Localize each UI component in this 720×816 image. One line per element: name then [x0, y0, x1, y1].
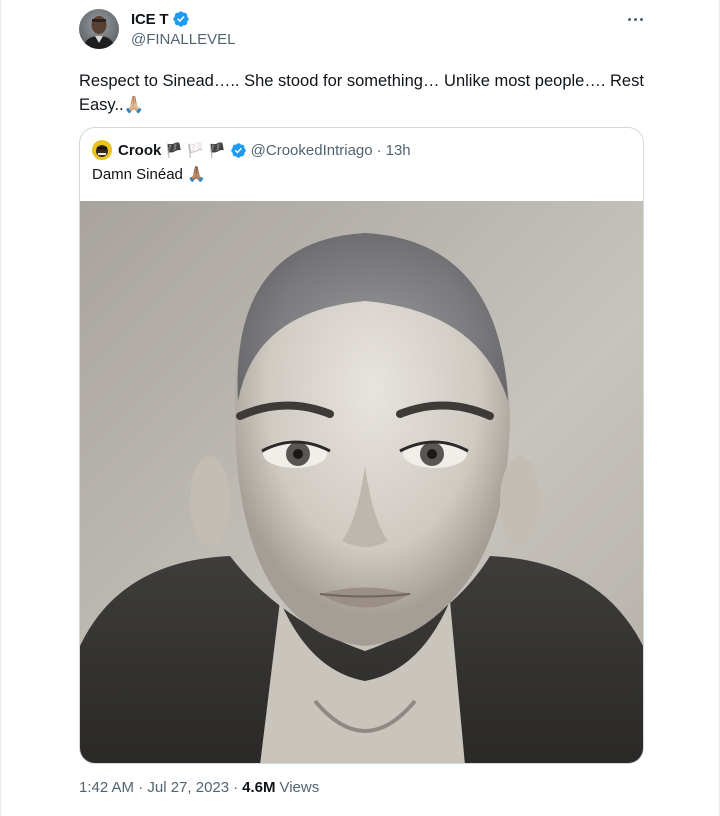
quoted-verified-badge-icon	[230, 142, 246, 158]
quoted-author-handle[interactable]: @CrookedIntriago	[251, 142, 373, 159]
views-count: 4.6M	[242, 779, 276, 796]
flag-emoji-3: 🏴	[208, 141, 226, 158]
meta-separator: ·	[233, 779, 239, 796]
quoted-timestamp[interactable]: 13h	[386, 142, 411, 159]
views-label: Views	[279, 779, 320, 796]
quoted-tweet-header: Crook 🏴 🏳️ 🏴 @CrookedIntriago · 13h	[92, 140, 411, 160]
tweet-detail-frame: ICE T @FINALLEVEL Respect to Sinead….. S…	[0, 0, 720, 816]
tweet-timestamp[interactable]: 1:42 AM · Jul 27, 2023	[79, 779, 229, 796]
quoted-tweet-text: Damn Sinéad 🙏🏽	[92, 166, 206, 183]
author-info: ICE T @FINALLEVEL	[131, 9, 235, 49]
flag-emoji-2: 🏳️	[186, 141, 205, 158]
tweet-text: Respect to Sinead….. She stood for somet…	[79, 72, 644, 114]
author-display-name[interactable]: ICE T	[131, 11, 169, 28]
verified-badge-icon	[173, 11, 190, 27]
author-handle[interactable]: @FINALLEVEL	[131, 31, 235, 48]
author-avatar[interactable]	[79, 9, 119, 49]
quoted-author-avatar[interactable]	[92, 140, 112, 160]
quoted-author-display-name[interactable]: Crook	[118, 142, 161, 159]
flag-emoji-1: 🏴	[165, 141, 183, 158]
quoted-tweet-card[interactable]: Crook 🏴 🏳️ 🏴 @CrookedIntriago · 13h Damn…	[79, 127, 644, 764]
tweet-meta-row: 1:42 AM · Jul 27, 2023 · 4.6M Views	[79, 779, 319, 796]
more-options-icon[interactable]	[621, 8, 649, 30]
quoted-separator: ·	[376, 141, 382, 159]
portrait-photo-image[interactable]	[80, 201, 643, 763]
